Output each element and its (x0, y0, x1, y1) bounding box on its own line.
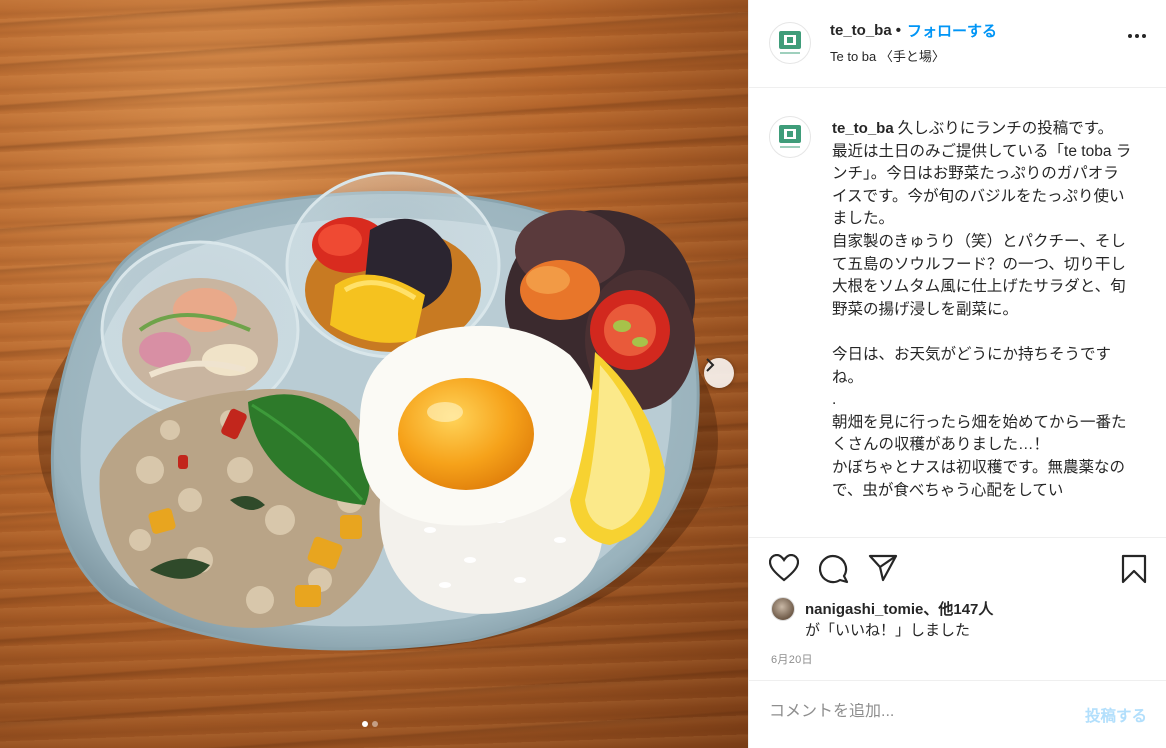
carousel-dot-2 (372, 721, 378, 727)
header-name-line: te_to_ba • フォローする (830, 20, 997, 41)
carousel-dot-1 (362, 721, 368, 727)
carousel-next-button[interactable] (704, 358, 734, 388)
teto-ba-logo-icon (779, 31, 801, 54)
post-comment-button[interactable]: 投稿する (1085, 704, 1147, 726)
header-username[interactable]: te_to_ba (830, 22, 892, 39)
action-bar (768, 548, 1149, 589)
location-label[interactable]: Te to ba 〈手と場〉 (830, 46, 945, 65)
caption-body: 久しぶりにランチの投稿です。 最近は土日のみご提供している「te toba ラン… (832, 120, 1132, 499)
food-plate-illustration (38, 171, 718, 651)
bookmark-icon[interactable] (1121, 554, 1147, 589)
more-icon[interactable] (1128, 34, 1146, 38)
likes-line-2: が「いいね！」しました (805, 622, 971, 639)
teto-ba-logo-icon (779, 125, 801, 148)
post-header: te_to_ba • フォローする Te to ba 〈手と場〉 (749, 0, 1166, 88)
post-side-panel: te_to_ba • フォローする Te to ba 〈手と場〉 te_to_b… (748, 0, 1166, 748)
likes-line-1: nanigashi_tomie、他147人 (805, 598, 993, 619)
caption-username[interactable]: te_to_ba (832, 120, 894, 137)
separator-dot: • (895, 22, 901, 39)
follow-button[interactable]: フォローする (907, 20, 997, 41)
carousel-indicator (362, 721, 378, 727)
comment-input[interactable] (769, 703, 1059, 721)
liker-username[interactable]: nanigashi_tomie (805, 601, 923, 618)
caption-text: te_to_ba 久しぶりにランチの投稿です。 最近は土日のみご提供している「te… (832, 118, 1132, 502)
share-icon[interactable] (868, 554, 898, 587)
likes-others-count[interactable]: 、他147人 (923, 601, 993, 618)
chevron-right-icon (706, 358, 715, 372)
account-avatar[interactable] (769, 22, 811, 64)
heart-icon[interactable] (768, 553, 800, 587)
caption-area[interactable]: te_to_ba 久しぶりにランチの投稿です。 最近は土日のみご提供している「te… (749, 88, 1166, 538)
comment-icon[interactable] (819, 554, 849, 589)
post-photo[interactable] (0, 0, 748, 748)
comment-bar: 投稿する (749, 680, 1166, 748)
caption-avatar[interactable] (769, 116, 811, 158)
post-date[interactable]: 6月20日 (771, 651, 813, 667)
liker-avatar[interactable] (771, 597, 795, 621)
